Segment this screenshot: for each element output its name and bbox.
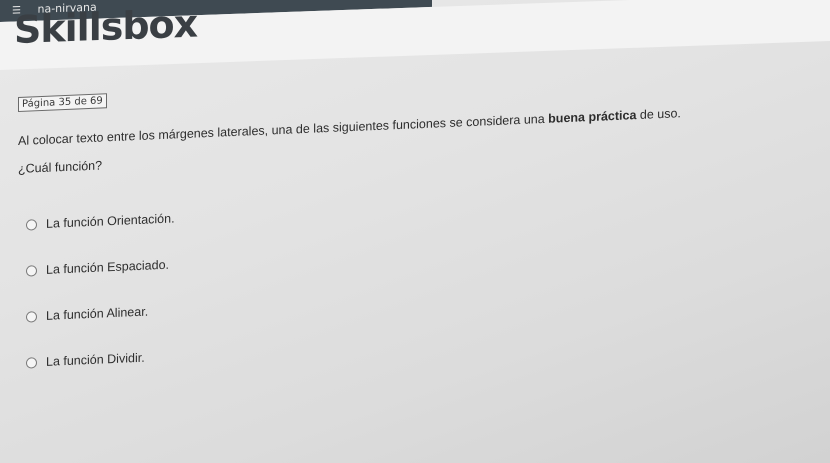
answer-options: La función Orientación. La función Espac… [26,168,818,385]
radio-button[interactable] [26,356,37,369]
radio-button[interactable] [26,218,37,231]
radio-button[interactable] [26,310,37,323]
quiz-screen: ☰ na-nirvana Skillsbox Página 35 de 69 A… [0,0,830,463]
question-panel: Página 35 de 69 Al colocar texto entre l… [18,58,818,386]
question-text-emphasis: buena práctica [548,108,637,126]
answer-option-label: La función Orientación. [46,211,175,231]
question-text-end: de uso. [636,106,681,123]
page-indicator: Página 35 de 69 [18,93,107,112]
skillsbox-logo: Skillsbox [14,1,198,53]
answer-option-label: La función Dividir. [46,350,145,369]
answer-option-label: La función Alinear. [46,304,149,323]
answer-option-label: La función Espaciado. [46,257,170,277]
radio-button[interactable] [26,264,37,277]
